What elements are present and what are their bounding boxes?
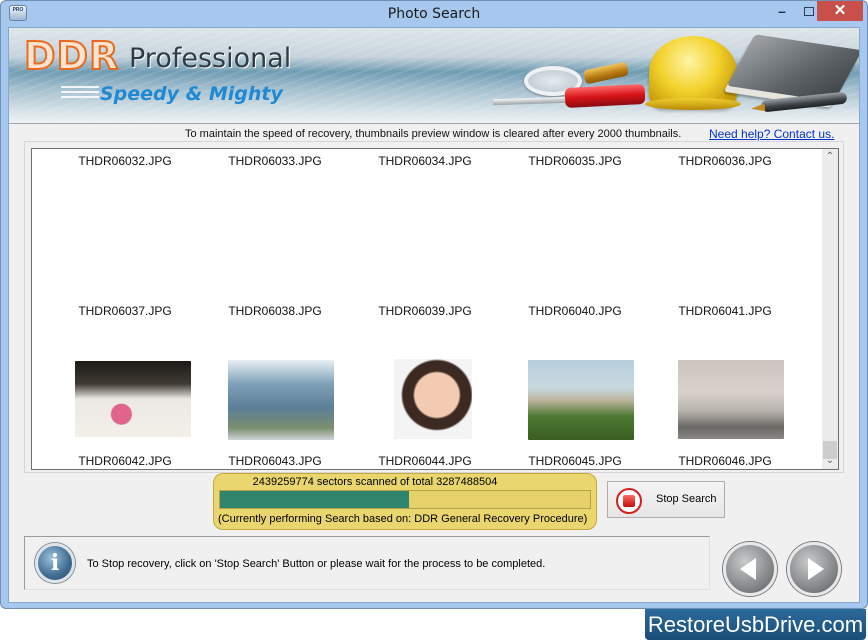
title-bar[interactable]: PRO Photo Search – ✕ [1,1,867,27]
thumbnail-item[interactable]: THDR06043.JPG [200,293,350,468]
thumbnail-preview-pane[interactable]: THDR06032.JPG THDR06033.JPG THDR06034.JPG T… [31,148,839,470]
tagline: Speedy & Mighty [100,83,283,105]
status-message: To Stop recovery, click on 'Stop Search'… [87,558,546,570]
thumbnail-item[interactable]: THDR06037.JPG [50,149,200,437]
scroll-up-arrow-icon[interactable]: ⌃ [822,149,838,165]
website-watermark: RestoreUsbDrive.com [645,609,866,640]
stop-icon [616,488,642,514]
speed-lines-decoration [61,86,99,100]
next-arrow-icon [808,558,824,580]
thumbnail-filename: THDR06045.JPG [528,454,622,468]
sectors-scanned-text: 2439259774 sectors scanned of total 3287… [252,476,498,488]
back-arrow-icon [740,558,756,580]
scan-progress-panel: 2439259774 sectors scanned of total 3287… [213,473,597,530]
info-icon: i [35,543,75,583]
thumbnail-item[interactable]: THDR06045.JPG [500,293,650,468]
thumbnail-item[interactable]: THDR06046.JPG [650,293,800,468]
thumbnail-item[interactable]: THDR06044.JPG [350,293,500,468]
thumbnail-notice: To maintain the speed of recovery, thumb… [185,128,682,140]
recovery-method-text: (Currently performing Search based on: D… [218,513,588,525]
next-button[interactable] [787,542,841,596]
header-banner: DDR Professional Speedy & Mighty [9,28,859,124]
app-window: PRO Photo Search – ✕ DDR Professional Sp… [0,0,868,609]
window-title: Photo Search [387,6,481,22]
thumbnail-filename: THDR06046.JPG [678,454,772,468]
thumbnail-item[interactable]: THDR06041.JPG [650,149,800,439]
screwdriver-handle-graphic [564,83,646,109]
stop-search-button[interactable]: Stop Search [607,481,725,518]
close-button[interactable]: ✕ [817,1,863,21]
thumbnail-item[interactable]: THDR06040.JPG [500,149,650,440]
client-area: DDR Professional Speedy & Mighty To main… [8,27,860,603]
back-button[interactable] [723,542,777,596]
maximize-icon [804,7,814,16]
scan-progress-bar [219,490,591,509]
help-contact-link[interactable]: Need help? Contact us. [709,127,834,141]
thumbnail-item[interactable]: THDR06042.JPG [50,293,200,468]
hard-hat-brim-graphic [645,98,741,110]
thumbnail-filename: THDR06044.JPG [378,454,472,468]
thumbnail-item[interactable]: THDR06039.JPG [350,149,500,439]
thumbnail-filename: THDR06043.JPG [228,454,322,468]
product-name: Professional [129,43,292,74]
brand-logo: DDR [23,33,120,79]
progress-fill [220,491,409,508]
stop-search-label: Stop Search [656,493,717,505]
minimize-button[interactable]: – [769,3,795,23]
vertical-scrollbar[interactable]: ⌃ ⌄ [822,149,838,469]
scroll-down-arrow-icon[interactable]: ⌄ [822,453,838,469]
thumbnail-item[interactable]: THDR06038.JPG [200,149,350,440]
thumbnail-filename: THDR06042.JPG [78,454,172,468]
status-panel: i To Stop recovery, click on 'Stop Searc… [24,536,710,590]
